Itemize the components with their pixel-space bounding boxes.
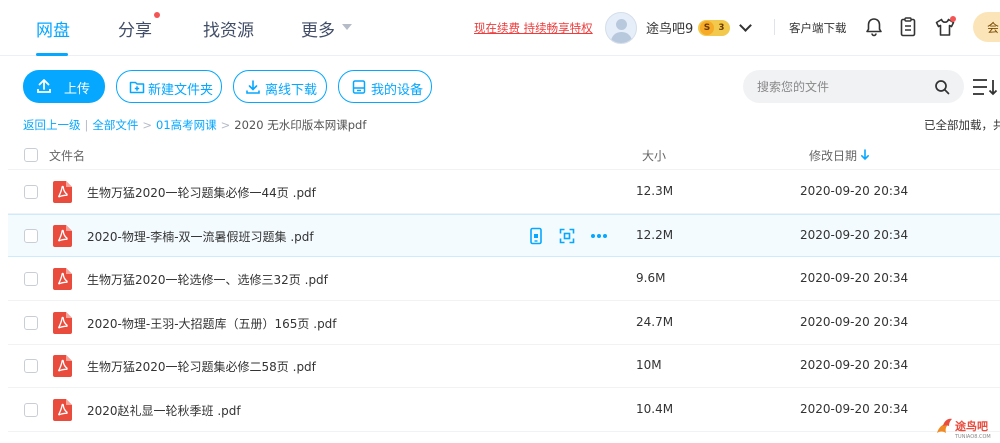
table-row[interactable]: 生物万猛2020一轮习题集必修一44页 .pdf 12.3M 2020-09-2… — [8, 171, 1000, 214]
pdf-file-icon — [53, 268, 72, 290]
column-header-name[interactable]: 文件名 — [49, 147, 85, 164]
sort-icon[interactable] — [972, 76, 998, 98]
breadcrumb-separator: > — [220, 118, 231, 132]
renew-promo-link[interactable]: 现在续费 持续畅享特权 — [474, 20, 593, 36]
breadcrumb-current: 2020 无水印版本网课pdf — [234, 118, 367, 132]
offline-download-button[interactable]: 离线下载 — [233, 70, 327, 103]
watermark-text: 途鸟吧 — [955, 419, 988, 433]
table-header: 文件名 大小 修改日期 — [8, 140, 1000, 170]
row-checkbox[interactable] — [24, 359, 38, 373]
offline-download-label: 离线下载 — [265, 83, 318, 98]
row-checkbox[interactable] — [24, 403, 38, 417]
vip-badge[interactable]: S 3 — [698, 20, 730, 36]
breadcrumb-back[interactable]: 返回上一级 — [23, 118, 81, 132]
upload-label: 上传 — [64, 82, 91, 97]
pdf-file-icon — [53, 181, 72, 203]
pdf-file-icon — [53, 225, 72, 247]
file-date: 2020-09-20 20:34 — [800, 184, 909, 198]
file-name[interactable]: 生物万猛2020一轮选修一、选修三32页 .pdf — [87, 271, 328, 288]
watermark-logo: 途鸟吧 TUNIAO8.COM — [937, 418, 991, 440]
tab-find-resources[interactable]: 找资源 — [203, 16, 254, 41]
load-status: 已全部加载，共 — [924, 118, 1000, 132]
upload-button[interactable]: 上传 — [23, 70, 105, 103]
vip-letter: S — [700, 21, 714, 35]
user-menu-chevron-icon[interactable] — [739, 19, 752, 32]
table-row[interactable]: 生物万猛2020一轮习题集必修二58页 .pdf 10M 2020-09-20 … — [8, 345, 1000, 388]
divider — [774, 19, 775, 35]
file-date: 2020-09-20 20:34 — [800, 402, 909, 416]
file-date: 2020-09-20 20:34 — [800, 228, 909, 242]
more-options-icon[interactable] — [589, 227, 609, 245]
tab-share[interactable]: 分享 — [118, 16, 152, 41]
my-devices-button[interactable]: 我的设备 — [338, 70, 432, 103]
file-size: 10M — [636, 358, 662, 372]
table-row[interactable]: 2020-物理-李楠-双一流暑假班习题集 .pdf 12.2M 2020-09-… — [8, 214, 1000, 257]
file-name[interactable]: 生物万猛2020一轮习题集必修一44页 .pdf — [87, 184, 316, 201]
file-size: 12.3M — [636, 184, 674, 198]
table-row[interactable]: 2020赵礼显一轮秋季班 .pdf 10.4M 2020-09-20 20:34 — [8, 389, 1000, 432]
new-folder-label: 新建文件夹 — [148, 83, 214, 98]
file-name[interactable]: 2020赵礼显一轮秋季班 .pdf — [87, 402, 241, 419]
vip-level: 3 — [718, 23, 725, 33]
breadcrumb-folder[interactable]: 01高考网课 — [156, 118, 217, 132]
bell-icon[interactable] — [864, 16, 884, 38]
table-row[interactable]: 2020-物理-王羽-大招题库（五册）165页 .pdf 24.7M 2020-… — [8, 302, 1000, 345]
breadcrumb-divider: | — [84, 118, 89, 132]
sort-desc-arrow-icon[interactable] — [860, 149, 870, 161]
tab-netdisk[interactable]: 网盘 — [36, 16, 70, 41]
pdf-file-icon — [53, 399, 72, 421]
column-header-date[interactable]: 修改日期 — [809, 147, 857, 164]
file-date: 2020-09-20 20:34 — [800, 358, 909, 372]
row-checkbox[interactable] — [24, 272, 38, 286]
clipboard-icon[interactable] — [898, 16, 918, 38]
breadcrumb-all-files[interactable]: 全部文件 — [92, 118, 138, 132]
tab-more[interactable]: 更多 — [301, 16, 335, 41]
file-name[interactable]: 2020-物理-李楠-双一流暑假班习题集 .pdf — [87, 228, 314, 245]
search-input[interactable] — [757, 77, 927, 96]
search-icon[interactable] — [934, 79, 950, 95]
row-checkbox[interactable] — [24, 185, 38, 199]
download-icon — [246, 80, 260, 94]
username[interactable]: 途鸟吧9 — [646, 18, 693, 37]
file-size: 24.7M — [636, 315, 674, 329]
save-to-device-icon[interactable] — [527, 227, 545, 245]
pdf-file-icon — [53, 312, 72, 334]
watermark-subtext: TUNIAO8.COM — [954, 434, 991, 440]
table-row[interactable]: 生物万猛2020一轮选修一、选修三32页 .pdf 9.6M 2020-09-2… — [8, 258, 1000, 301]
file-date: 2020-09-20 20:34 — [800, 315, 909, 329]
file-date: 2020-09-20 20:34 — [800, 271, 909, 285]
file-size: 12.2M — [636, 228, 674, 242]
share-notification-dot — [154, 12, 160, 18]
membership-label: 会 — [987, 21, 1000, 35]
share-link-icon[interactable] — [558, 227, 576, 245]
client-download-link[interactable]: 客户端下载 — [789, 20, 847, 36]
breadcrumb: 返回上一级 | 全部文件 >01高考网课 >2020 无水印版本网课pdf — [23, 117, 366, 133]
file-size: 9.6M — [636, 271, 666, 285]
membership-button[interactable]: 会 — [973, 12, 1000, 42]
new-folder-button[interactable]: 新建文件夹 — [116, 70, 222, 103]
pdf-file-icon — [53, 355, 72, 377]
top-navigation: 网盘 分享 找资源 更多 现在续费 持续畅享特权 途鸟吧9 S 3 客户端下载 … — [0, 0, 1000, 56]
select-all-checkbox[interactable] — [24, 148, 38, 162]
folder-plus-icon — [129, 81, 145, 94]
column-header-size[interactable]: 大小 — [642, 147, 666, 164]
more-chevron-down-icon[interactable] — [342, 24, 352, 30]
file-size: 10.4M — [636, 402, 674, 416]
avatar[interactable] — [605, 12, 637, 44]
tshirt-icon[interactable] — [934, 16, 956, 38]
breadcrumb-separator: > — [142, 118, 153, 132]
active-tab-indicator — [36, 53, 68, 56]
search-box — [743, 70, 964, 103]
my-devices-label: 我的设备 — [371, 83, 424, 98]
row-checkbox[interactable] — [24, 316, 38, 330]
row-checkbox[interactable] — [24, 229, 38, 243]
upload-icon — [37, 79, 51, 93]
file-name[interactable]: 生物万猛2020一轮习题集必修二58页 .pdf — [87, 358, 316, 375]
device-icon — [352, 80, 366, 94]
file-name[interactable]: 2020-物理-王羽-大招题库（五册）165页 .pdf — [87, 315, 337, 332]
